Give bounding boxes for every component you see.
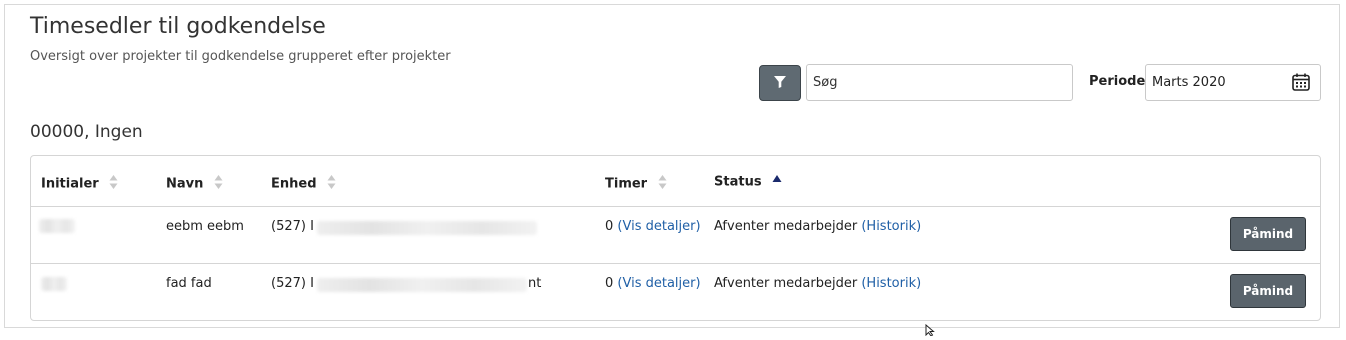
cell-navn: fad fad <box>166 276 212 291</box>
calendar-icon[interactable] <box>1291 72 1311 96</box>
group-heading: 00000, Ingen <box>30 122 143 142</box>
filter-button[interactable] <box>759 65 801 101</box>
sort-icon <box>327 174 336 194</box>
redacted-enhed <box>317 278 527 292</box>
row-divider <box>31 263 1320 264</box>
remind-button[interactable]: Påmind <box>1230 274 1306 308</box>
cell-status: Afventer medarbejder (Historik) <box>714 276 922 291</box>
historik-link[interactable]: (Historik) <box>861 219 921 234</box>
periode-field[interactable]: Marts 2020 <box>1145 64 1321 101</box>
cell-enhed: (527) I <box>271 276 314 291</box>
filter-icon <box>773 74 787 93</box>
header-divider <box>31 206 1320 207</box>
column-header-status[interactable]: Status <box>714 174 782 190</box>
sort-ascending-icon <box>772 174 782 190</box>
cell-navn: eebm eebm <box>166 219 244 234</box>
periode-value: Marts 2020 <box>1152 75 1226 90</box>
historik-link[interactable]: (Historik) <box>861 276 921 291</box>
column-header-enhed[interactable]: Enhed <box>271 174 336 194</box>
mouse-cursor-icon <box>925 321 935 340</box>
remind-button[interactable]: Påmind <box>1230 217 1306 251</box>
search-input[interactable] <box>806 64 1073 101</box>
approval-table: Initialer Navn Enhed Timer Status eebm e… <box>30 155 1321 321</box>
redacted-enhed <box>317 221 537 235</box>
column-header-initialer[interactable]: Initialer <box>41 174 118 194</box>
cell-timer: 0 (Vis detaljer) <box>605 219 701 234</box>
redacted-initialer <box>41 277 67 291</box>
page-title: Timesedler til godkendelse <box>30 14 326 39</box>
cell-status: Afventer medarbejder (Historik) <box>714 219 922 234</box>
vis-detaljer-link[interactable]: (Vis detaljer) <box>617 219 700 234</box>
vis-detaljer-link[interactable]: (Vis detaljer) <box>617 276 700 291</box>
sort-icon <box>214 174 223 194</box>
sort-icon <box>658 174 667 194</box>
cell-enhed-suffix: nt <box>528 276 542 291</box>
page-subtitle: Oversigt over projekter til godkendelse … <box>30 49 451 64</box>
cell-enhed: (527) I <box>271 219 314 234</box>
sort-icon <box>109 174 118 194</box>
column-header-navn[interactable]: Navn <box>166 174 223 194</box>
cell-timer: 0 (Vis detaljer) <box>605 276 701 291</box>
redacted-initialer <box>39 219 75 233</box>
column-header-timer[interactable]: Timer <box>605 174 667 194</box>
periode-label: Periode <box>1089 74 1146 89</box>
